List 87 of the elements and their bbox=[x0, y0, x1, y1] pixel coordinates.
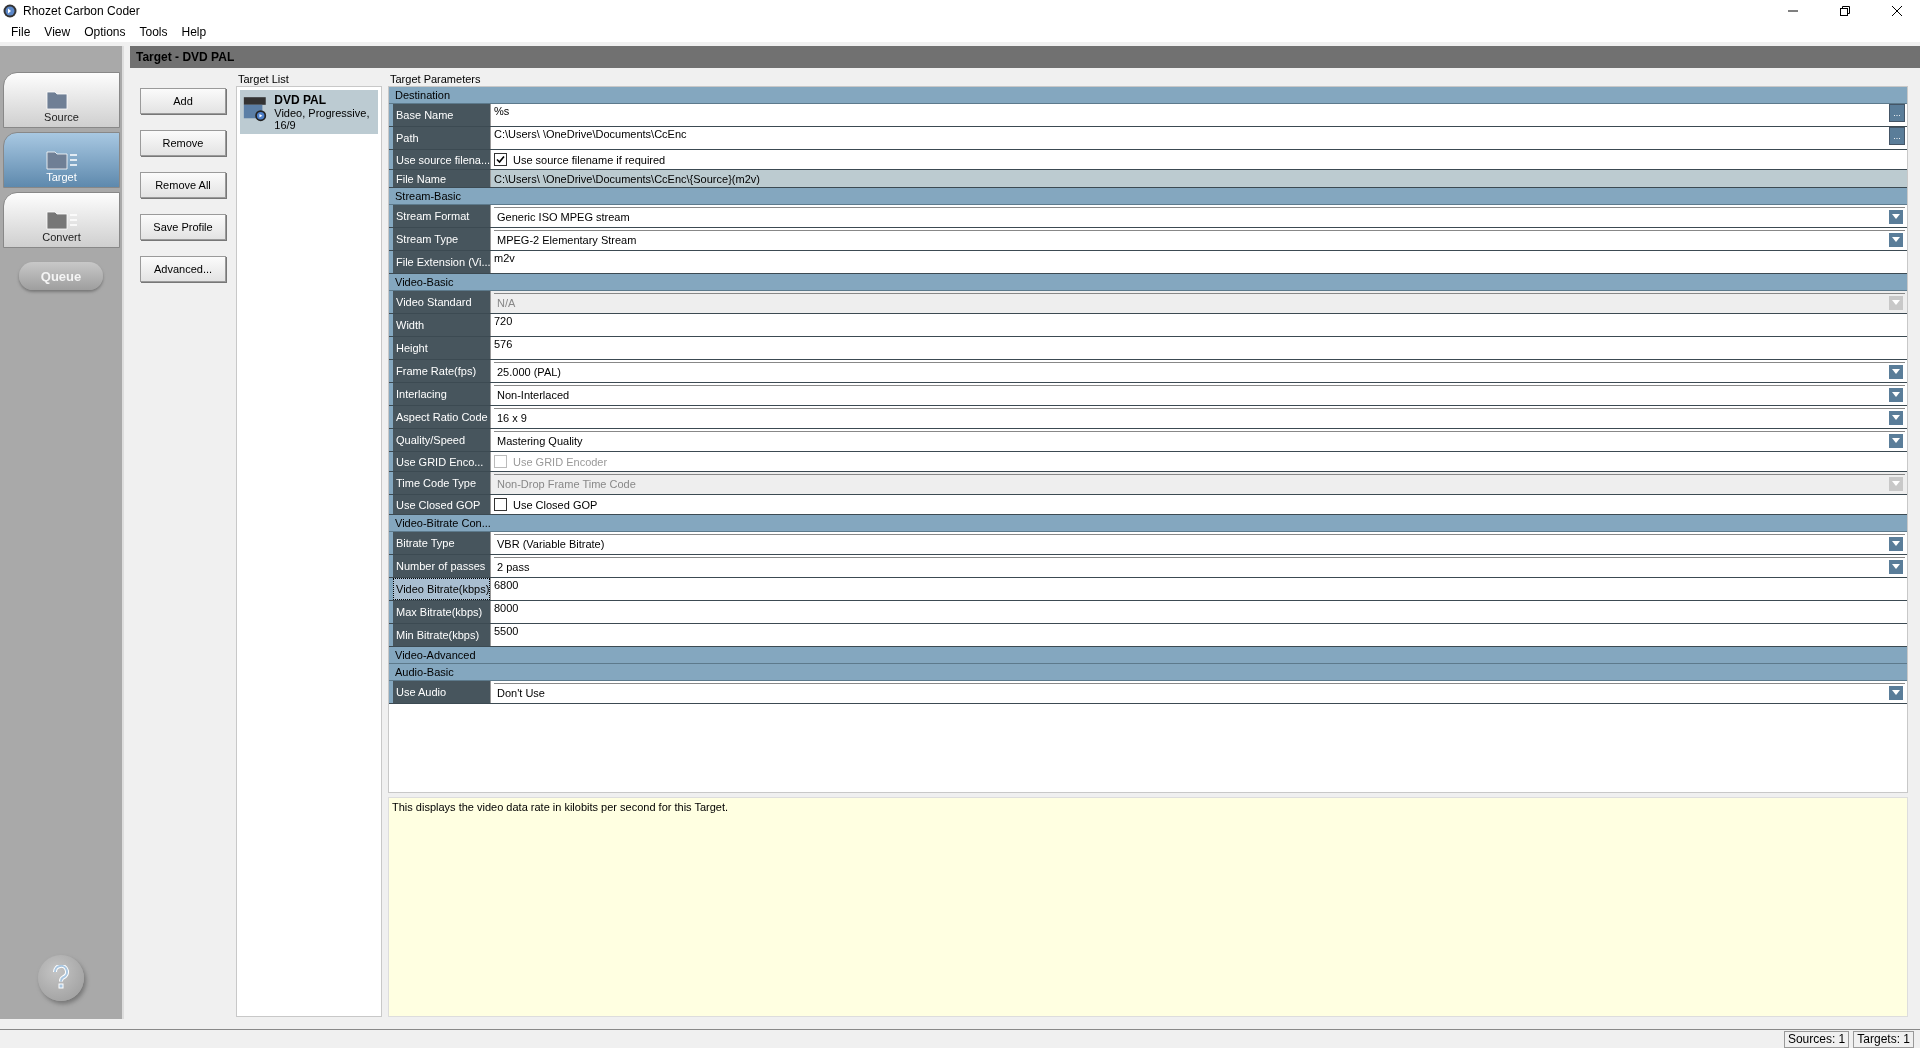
text-input[interactable]: %s bbox=[494, 104, 1889, 118]
browse-button[interactable]: ... bbox=[1889, 104, 1905, 122]
value-field[interactable]: 8000 bbox=[490, 601, 1907, 623]
target-item[interactable]: DVD PAL Video, Progressive, 16/9 bbox=[240, 90, 378, 134]
help-icon bbox=[52, 965, 70, 991]
parameter-label[interactable]: Height bbox=[393, 337, 490, 359]
checkbox[interactable] bbox=[494, 153, 507, 166]
parameter-label[interactable]: Use Audio bbox=[393, 681, 490, 703]
text-input[interactable]: 720 bbox=[494, 314, 1905, 328]
dropdown-field[interactable]: VBR (Variable Bitrate) bbox=[494, 534, 1905, 552]
parameters-caption: Target Parameters bbox=[389, 72, 482, 86]
value-field[interactable]: 6800 bbox=[490, 578, 1907, 600]
dropdown-field[interactable]: Don't Use bbox=[494, 683, 1905, 701]
status-pane: Targets: 1 bbox=[1853, 1030, 1914, 1048]
status-pane: Sources: 1 bbox=[1783, 1030, 1850, 1048]
menu-item[interactable]: Options bbox=[77, 25, 133, 39]
value-field[interactable]: m2v bbox=[490, 251, 1907, 273]
restore-icon[interactable] bbox=[1840, 6, 1850, 16]
parameter-label[interactable]: Path bbox=[393, 127, 490, 149]
action-button[interactable]: Save Profile bbox=[140, 214, 226, 240]
value-field[interactable]: 720 bbox=[490, 314, 1907, 336]
text-input[interactable]: 8000 bbox=[494, 601, 1905, 615]
section-header[interactable]: Video-Bitrate Con... bbox=[389, 515, 1907, 532]
checkbox[interactable] bbox=[494, 498, 507, 511]
parameter-label[interactable]: Video Bitrate(kbps) bbox=[393, 578, 490, 600]
parameter-label[interactable]: Use source filena... bbox=[393, 150, 490, 169]
parameter-label[interactable]: Width bbox=[393, 314, 490, 336]
checkbox-label[interactable]: Use Closed GOP bbox=[513, 498, 598, 511]
dropdown-field[interactable]: 25.000 (PAL) bbox=[494, 362, 1905, 380]
dropdown-field[interactable]: Generic ISO MPEG stream bbox=[494, 207, 1905, 225]
target-details: Video, Progressive, 16/9 bbox=[274, 107, 371, 131]
dropdown-field[interactable]: MPEG-2 Elementary Stream bbox=[494, 230, 1905, 248]
action-button[interactable]: Remove bbox=[140, 130, 226, 156]
value-field[interactable]: 5500 bbox=[490, 624, 1907, 646]
browse-button[interactable]: ... bbox=[1889, 127, 1905, 145]
parameter-label[interactable]: Base Name bbox=[393, 104, 490, 126]
section-header[interactable]: Destination bbox=[389, 87, 1907, 104]
parameter-label[interactable]: Bitrate Type bbox=[393, 532, 490, 554]
parameter-label[interactable]: Interlacing bbox=[393, 383, 490, 405]
menu-item[interactable]: File bbox=[4, 25, 38, 39]
parameter-label[interactable]: File Extension (Vi... bbox=[393, 251, 490, 273]
app-icon bbox=[3, 4, 17, 18]
parameter-label[interactable]: Min Bitrate(kbps) bbox=[393, 624, 490, 646]
menu-item[interactable]: Help bbox=[174, 25, 214, 39]
target-name: DVD PAL bbox=[274, 93, 328, 107]
dropdown-field[interactable]: Non-Interlaced bbox=[494, 385, 1905, 403]
panel-header: Target - DVD PAL bbox=[130, 46, 1920, 68]
window-title: Rhozet Carbon Coder bbox=[23, 4, 141, 18]
parameter-label[interactable]: Stream Type bbox=[393, 228, 490, 250]
value-field[interactable]: C:\Users\ \OneDrive\Documents\CcEnc ... bbox=[490, 127, 1907, 149]
file-name-value: C:\Users\ \OneDrive\Documents\CcEnc\{Source}(m2v) bbox=[494, 172, 760, 185]
close-icon[interactable] bbox=[1892, 6, 1902, 16]
parameter-label[interactable]: File Name bbox=[393, 170, 490, 187]
menu-item[interactable]: View bbox=[37, 25, 78, 39]
text-input[interactable]: C:\Users\ \OneDrive\Documents\CcEnc bbox=[494, 127, 1889, 141]
parameter-label[interactable]: Max Bitrate(kbps) bbox=[393, 601, 490, 623]
nav-tab[interactable]: Source bbox=[3, 72, 120, 128]
dropdown-field[interactable]: 16 x 9 bbox=[494, 408, 1905, 426]
section-header[interactable]: Stream-Basic bbox=[389, 188, 1907, 205]
menu-item[interactable]: Tools bbox=[132, 25, 175, 39]
help-button[interactable] bbox=[38, 955, 84, 1001]
folder-arrows-icon bbox=[44, 209, 79, 231]
text-input[interactable]: 5500 bbox=[494, 624, 1905, 638]
parameter-label[interactable]: Aspect Ratio Code bbox=[393, 406, 490, 428]
section-header[interactable]: Video-Basic bbox=[389, 274, 1907, 291]
nav-tab[interactable]: Convert bbox=[3, 192, 120, 248]
text-input[interactable]: m2v bbox=[494, 251, 1905, 265]
action-button[interactable]: Add bbox=[140, 88, 226, 114]
action-button[interactable]: Remove All bbox=[140, 172, 226, 198]
text-input[interactable]: 6800 bbox=[494, 578, 1905, 592]
value-field[interactable]: %s ... bbox=[490, 104, 1907, 126]
list-caption: Target List bbox=[237, 72, 290, 86]
dropdown-field[interactable]: 2 pass bbox=[494, 557, 1905, 575]
text-input[interactable]: 576 bbox=[494, 337, 1905, 351]
parameter-label[interactable]: Frame Rate(fps) bbox=[393, 360, 490, 382]
dropdown-field[interactable]: Mastering Quality bbox=[494, 431, 1905, 449]
parameter-label[interactable]: Quality/Speed bbox=[393, 429, 490, 451]
parameter-label[interactable]: Stream Format bbox=[393, 205, 490, 227]
parameter-label[interactable]: Number of passes bbox=[393, 555, 490, 577]
action-button[interactable]: Advanced... bbox=[140, 256, 226, 282]
parameter-label[interactable]: Use Closed GOP bbox=[393, 495, 490, 514]
folder-arrows-icon bbox=[44, 149, 79, 171]
checkbox-label[interactable]: Use source filename if required bbox=[513, 153, 666, 166]
value-field[interactable]: 576 bbox=[490, 337, 1907, 359]
section-header[interactable]: Audio-Basic bbox=[389, 664, 1907, 681]
description-text: This displays the video data rate in kilobits per second for this Target. bbox=[392, 801, 729, 813]
section-header[interactable]: Video-Advanced bbox=[389, 647, 1907, 664]
